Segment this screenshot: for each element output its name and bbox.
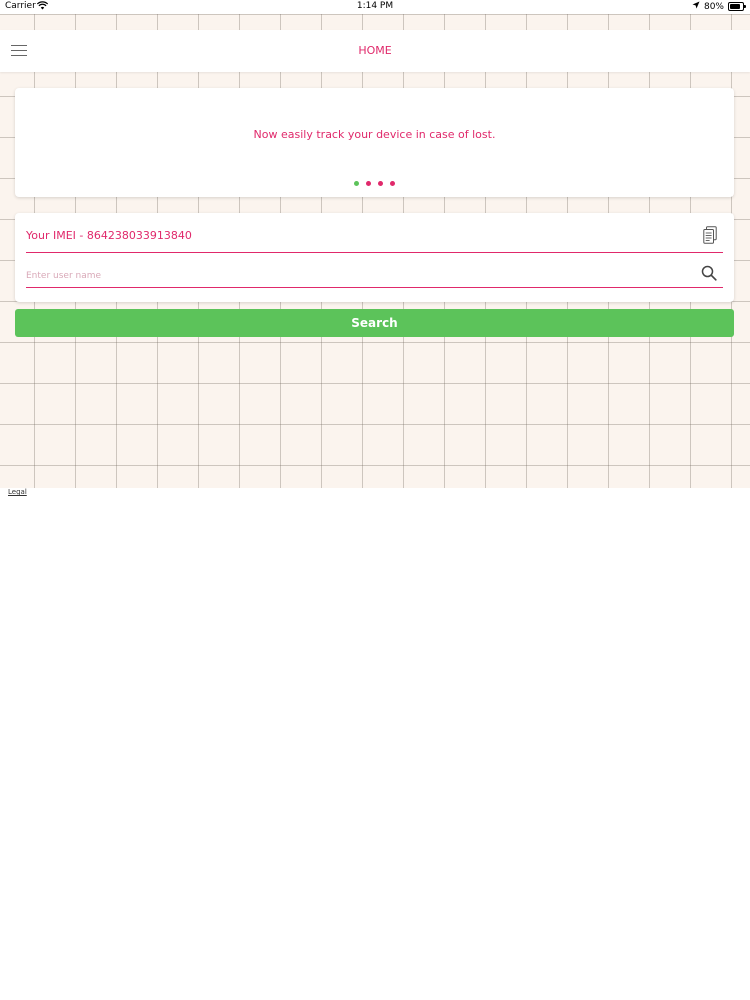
map-legal-link[interactable]: Legal <box>8 488 27 496</box>
username-input[interactable] <box>26 267 686 285</box>
status-right: 80% <box>692 1 746 12</box>
status-time: 1:14 PM <box>356 1 394 11</box>
carousel-dot[interactable] <box>390 181 395 186</box>
search-button[interactable]: Search <box>15 309 734 337</box>
carousel-dot[interactable] <box>366 181 371 186</box>
imei-row: Your IMEI - 864238033913840 <box>26 226 723 253</box>
carousel-page-indicator <box>15 181 734 186</box>
location-arrow-icon <box>692 1 700 12</box>
page-title: HOME <box>358 44 392 57</box>
username-row <box>26 265 723 288</box>
search-form-card: Your IMEI - 864238033913840 <box>15 213 734 302</box>
status-bar: Carrier 1:14 PM 80% <box>0 0 750 14</box>
imei-label: Your IMEI - 864238033913840 <box>26 229 192 242</box>
carousel-dot[interactable] <box>378 181 383 186</box>
carousel-dot[interactable] <box>354 181 359 186</box>
banner-carousel[interactable]: Now easily track your device in case of … <box>15 88 734 197</box>
clipboard-icon[interactable] <box>703 226 717 244</box>
search-icon[interactable] <box>701 265 717 281</box>
navigation-bar: HOME <box>0 30 750 72</box>
battery-icon <box>728 2 746 11</box>
banner-text: Now easily track your device in case of … <box>253 128 496 141</box>
battery-percent: 80% <box>703 1 724 12</box>
